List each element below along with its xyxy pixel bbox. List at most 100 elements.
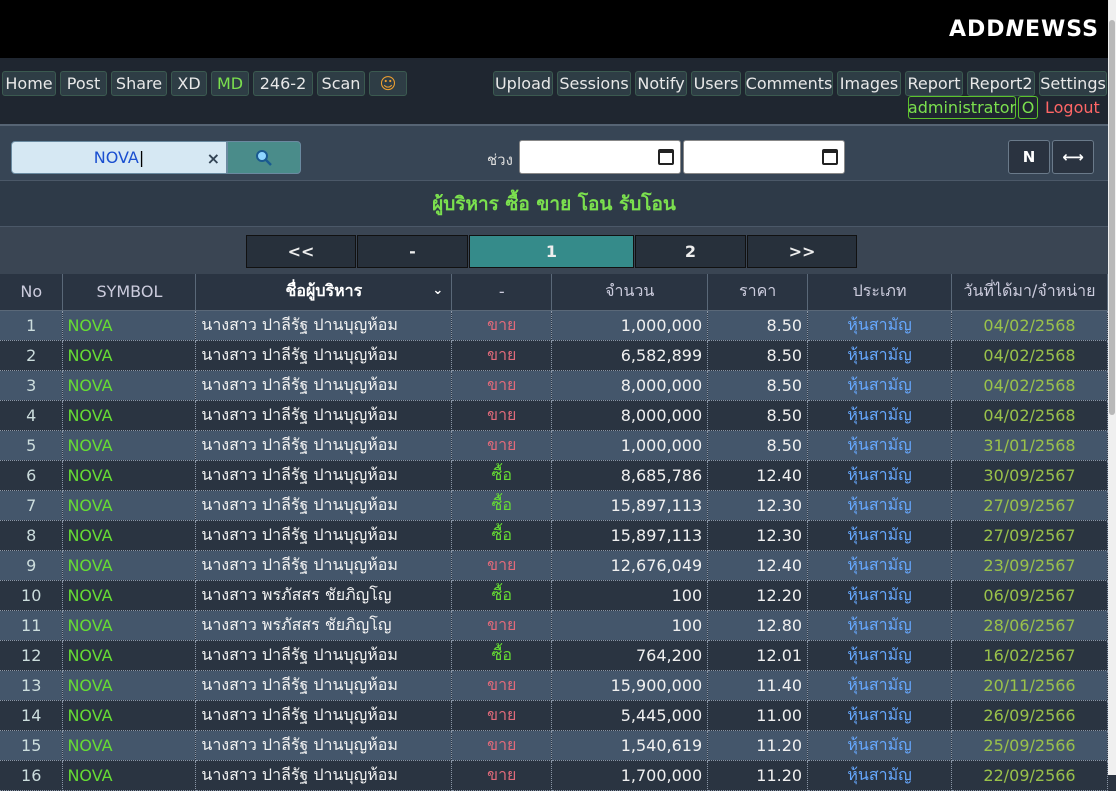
page-current[interactable]: 1: [469, 235, 634, 268]
nav-comments[interactable]: Comments: [745, 71, 833, 96]
col-no[interactable]: No: [0, 274, 64, 311]
cell-price: 8.50: [707, 340, 809, 371]
chevron-down-icon[interactable]: ⌄: [432, 283, 443, 298]
cell-no: 1: [0, 310, 64, 341]
cell-kind: หุ้นสามัญ: [807, 400, 953, 431]
col-director-label: ชื่อผู้บริหาร: [285, 281, 363, 301]
cell-price: 12.30: [707, 490, 809, 521]
cell-type: ซื้อ: [451, 640, 553, 671]
cell-no: 14: [0, 700, 64, 731]
cell-price: 11.40: [707, 670, 809, 701]
table-row[interactable]: 11 NOVA นางสาว พรภัสสร ชัยภิญโญ ขาย 100 12.80…: [0, 610, 1108, 641]
nav-post[interactable]: Post: [60, 71, 107, 96]
user-badge[interactable]: O: [1018, 96, 1038, 119]
cell-name: นางสาว ปาลีรัฐ ปานบุญห้อม: [195, 310, 453, 341]
n-button[interactable]: N: [1008, 140, 1050, 174]
calendar-icon[interactable]: [658, 149, 674, 165]
cell-kind: หุ้นสามัญ: [807, 430, 953, 461]
nav-246-2[interactable]: 246-2: [253, 71, 313, 96]
cell-qty: 1,540,619: [551, 730, 709, 761]
calendar-icon[interactable]: [822, 149, 838, 165]
clear-icon[interactable]: ×: [207, 149, 220, 168]
user-admin[interactable]: administrator: [908, 96, 1016, 119]
page-prev[interactable]: -: [357, 235, 468, 268]
cell-date: 23/09/2567: [951, 550, 1108, 581]
date-to-input[interactable]: [683, 140, 845, 174]
table-row[interactable]: 6 NOVA นางสาว ปาลีรัฐ ปานบุญห้อม ซื้อ 8,685,…: [0, 460, 1108, 491]
col-price[interactable]: ราคา: [707, 274, 809, 311]
table-row[interactable]: 3 NOVA นางสาว ปาลีรัฐ ปานบุญห้อม ขาย 8,000,0…: [0, 370, 1108, 401]
nav-report2[interactable]: Report2: [967, 71, 1035, 96]
table-row[interactable]: 9 NOVA นางสาว ปาลีรัฐ ปานบุญห้อม ขาย 12,676,…: [0, 550, 1108, 581]
scrollbar[interactable]: [1108, 0, 1116, 775]
col-qty[interactable]: จำนวน: [551, 274, 709, 311]
cell-price: 8.50: [707, 430, 809, 461]
table-row[interactable]: 10 NOVA นางสาว พรภัสสร ชัยภิญโญ ซื้อ 100 12.2…: [0, 580, 1108, 611]
nav-images[interactable]: Images: [837, 71, 901, 96]
col-kind[interactable]: ประเภท: [807, 274, 953, 311]
cell-name: นางสาว ปาลีรัฐ ปานบุญห้อม: [195, 490, 453, 521]
col-symbol[interactable]: SYMBOL: [62, 274, 197, 311]
cell-name: นางสาว ปาลีรัฐ ปานบุญห้อม: [195, 730, 453, 761]
nav-share[interactable]: Share: [111, 71, 167, 96]
title-row: ผู้บริหาร ซื้อ ขาย โอน รับโอน: [0, 180, 1108, 226]
cell-no: 7: [0, 490, 64, 521]
col-director[interactable]: ชื่อผู้บริหาร ⌄: [195, 274, 453, 311]
cell-price: 8.50: [707, 400, 809, 431]
cell-kind: หุ้นสามัญ: [807, 580, 953, 611]
table-row[interactable]: 7 NOVA นางสาว ปาลีรัฐ ปานบุญห้อม ซื้อ 15,897…: [0, 490, 1108, 521]
cell-type: ขาย: [451, 430, 553, 461]
page-first[interactable]: <<: [246, 235, 356, 268]
cell-price: 12.01: [707, 640, 809, 671]
cell-date: 28/06/2567: [951, 610, 1108, 641]
cell-no: 2: [0, 340, 64, 371]
site-logo[interactable]: ADD N EWSS: [940, 0, 1108, 58]
cell-price: 8.50: [707, 310, 809, 341]
col-type[interactable]: -: [451, 274, 553, 311]
swap-button[interactable]: ⟷: [1052, 140, 1094, 174]
table-row[interactable]: 14 NOVA นางสาว ปาลีรัฐ ปานบุญห้อม ขาย 5,445,…: [0, 700, 1108, 731]
nav-xd[interactable]: XD: [171, 71, 207, 96]
nav-settings[interactable]: Settings: [1039, 71, 1107, 96]
cell-name: นางสาว ปาลีรัฐ ปานบุญห้อม: [195, 700, 453, 731]
cell-symbol: NOVA: [62, 580, 197, 611]
date-from-input[interactable]: [519, 140, 681, 174]
cell-price: 12.20: [707, 580, 809, 611]
table-row[interactable]: 8 NOVA นางสาว ปาลีรัฐ ปานบุญห้อม ซื้อ 15,897…: [0, 520, 1108, 551]
table-row[interactable]: 1 NOVA นางสาว ปาลีรัฐ ปานบุญห้อม ขาย 1,000,0…: [0, 310, 1108, 341]
cell-qty: 100: [551, 580, 709, 611]
table-row[interactable]: 5 NOVA นางสาว ปาลีรัฐ ปานบุญห้อม ขาย 1,000,0…: [0, 430, 1108, 461]
table-row[interactable]: 4 NOVA นางสาว ปาลีรัฐ ปานบุญห้อม ขาย 8,000,0…: [0, 400, 1108, 431]
table-row[interactable]: 15 NOVA นางสาว ปาลีรัฐ ปานบุญห้อม ขาย 1,540,…: [0, 730, 1108, 761]
search-input[interactable]: NOVA | ×: [11, 141, 227, 174]
nav-scan[interactable]: Scan: [317, 71, 365, 96]
cell-price: 12.80: [707, 610, 809, 641]
scrollbar-thumb[interactable]: [1109, 20, 1115, 415]
nav-users[interactable]: Users: [691, 71, 741, 96]
nav-upload[interactable]: Upload: [493, 71, 553, 96]
col-date[interactable]: วันที่ได้มา/จำหน่าย: [951, 274, 1108, 311]
cell-kind: หุ้นสามัญ: [807, 730, 953, 761]
nav-sessions[interactable]: Sessions: [557, 71, 631, 96]
cell-date: 16/02/2567: [951, 640, 1108, 671]
nav-report[interactable]: Report: [905, 71, 963, 96]
logout-link[interactable]: Logout: [1045, 98, 1100, 117]
table-row[interactable]: 13 NOVA นางสาว ปาลีรัฐ ปานบุญห้อม ขาย 15,900…: [0, 670, 1108, 701]
search-value: NOVA: [93, 148, 139, 167]
table-row[interactable]: 12 NOVA นางสาว ปาลีรัฐ ปานบุญห้อม ซื้อ 764,2…: [0, 640, 1108, 671]
nav-notify[interactable]: Notify: [635, 71, 687, 96]
search-icon: [256, 149, 272, 166]
cell-date: 04/02/2568: [951, 340, 1108, 371]
nav-home[interactable]: Home: [2, 71, 56, 96]
search-button[interactable]: [227, 141, 301, 174]
nav-profile[interactable]: ☺: [369, 71, 407, 96]
page-2[interactable]: 2: [635, 235, 746, 268]
table-body: 1 NOVA นางสาว ปาลีรัฐ ปานบุญห้อม ขาย 1,000,0…: [0, 310, 1108, 791]
cell-kind: หุ้นสามัญ: [807, 310, 953, 341]
table-row[interactable]: 2 NOVA นางสาว ปาลีรัฐ ปานบุญห้อม ขาย 6,582,8…: [0, 340, 1108, 371]
nav-md[interactable]: MD: [211, 71, 249, 96]
table-row[interactable]: 16 NOVA นางสาว ปาลีรัฐ ปานบุญห้อม ขาย 1,700,…: [0, 760, 1108, 791]
page-last[interactable]: >>: [747, 235, 857, 268]
cell-name: นางสาว ปาลีรัฐ ปานบุญห้อม: [195, 520, 453, 551]
cell-no: 12: [0, 640, 64, 671]
